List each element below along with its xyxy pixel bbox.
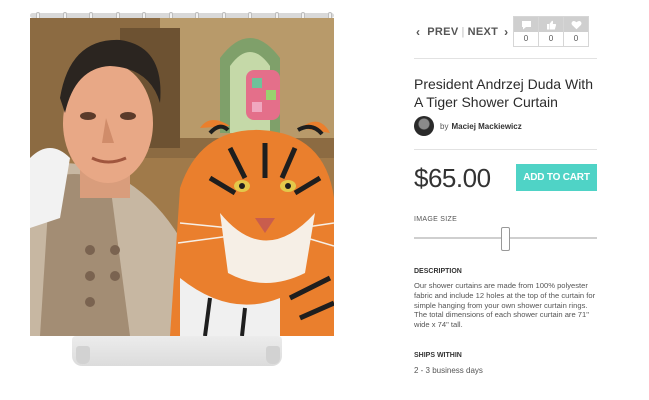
description-text: Our shower curtains are made from 100% p… xyxy=(414,281,596,330)
ships-within-label: SHIPS WITHIN xyxy=(414,352,462,359)
product-navigation: ‹ PREV | NEXT › xyxy=(414,22,508,42)
bathtub-foot xyxy=(76,346,90,364)
product-title: President Andrzej Duda With A Tiger Show… xyxy=(414,76,593,110)
favorite-count: 0 xyxy=(573,34,579,43)
heart-icon xyxy=(571,20,581,29)
divider xyxy=(414,149,597,150)
add-to-cart-button[interactable]: ADD TO CART xyxy=(516,164,597,191)
shower-curtain-artwork xyxy=(30,18,334,336)
chevron-right-icon[interactable]: › xyxy=(504,25,508,39)
bathtub xyxy=(72,336,282,366)
ships-within-text: 2 - 3 business days xyxy=(414,366,483,375)
favorite-count-button[interactable]: 0 xyxy=(563,16,589,47)
artist-name-link[interactable]: Maciej Mackiewicz xyxy=(451,122,521,131)
bathtub-foot xyxy=(266,346,280,364)
artist-byline: by Maciej Mackiewicz xyxy=(414,116,522,136)
prev-link[interactable]: PREV xyxy=(427,26,458,38)
comment-count: 0 xyxy=(523,34,529,43)
product-price: $65.00 xyxy=(414,163,491,193)
description-label: DESCRIPTION xyxy=(414,268,462,275)
artist-prefix: by xyxy=(440,121,449,131)
thumbs-up-icon xyxy=(546,20,556,29)
next-link[interactable]: NEXT xyxy=(468,26,499,38)
image-size-label: IMAGE SIZE xyxy=(414,216,458,223)
artist-avatar[interactable] xyxy=(414,116,434,136)
divider xyxy=(414,58,597,59)
painting xyxy=(30,18,334,336)
comment-count-button[interactable]: 0 xyxy=(513,16,539,47)
comment-icon xyxy=(521,20,531,29)
product-image xyxy=(0,0,390,400)
chevron-left-icon[interactable]: ‹ xyxy=(416,25,420,39)
image-size-slider-handle[interactable] xyxy=(501,227,510,251)
social-counts: 0 0 0 xyxy=(513,16,589,47)
nav-separator: | xyxy=(461,26,465,38)
like-count-button[interactable]: 0 xyxy=(538,16,564,47)
like-count: 0 xyxy=(548,34,554,43)
